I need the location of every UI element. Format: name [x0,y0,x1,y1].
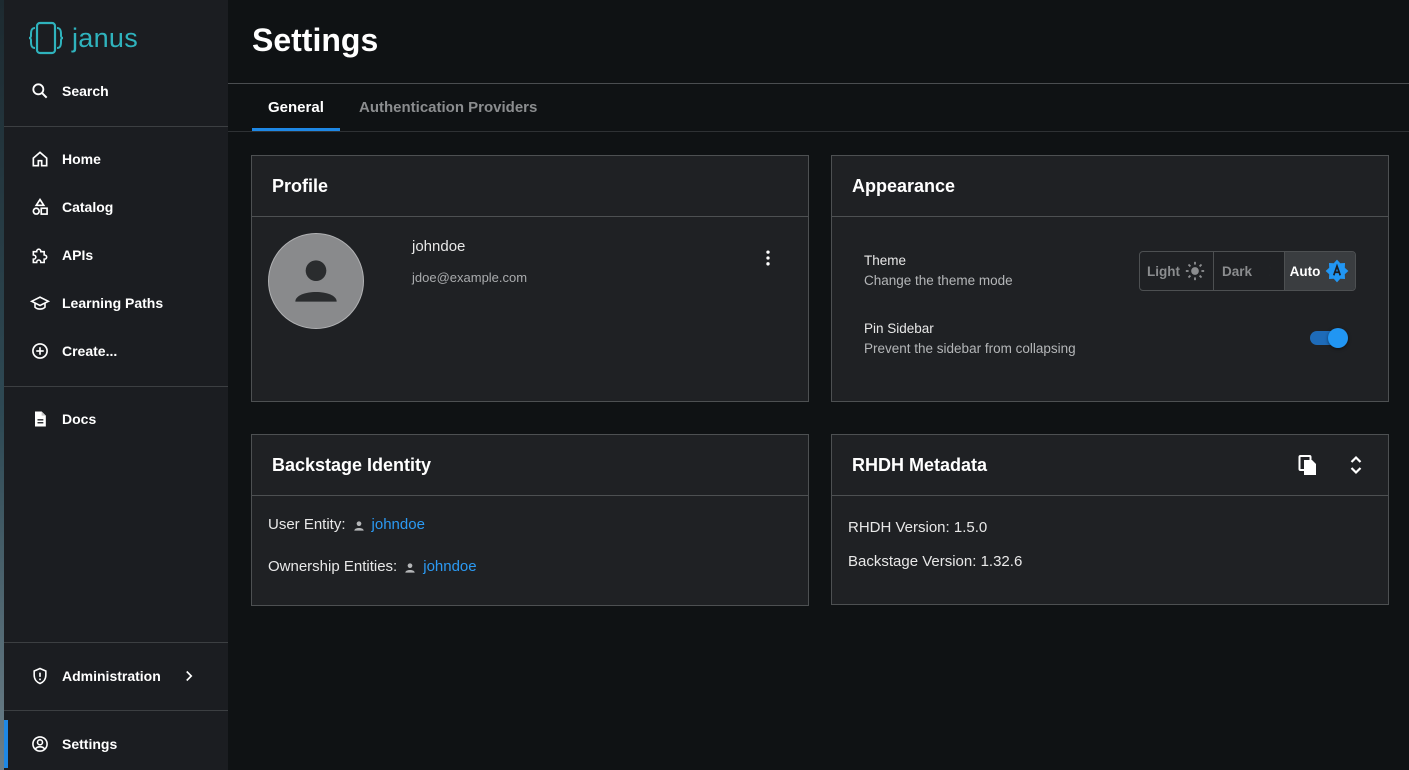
card-title: RHDH Metadata [852,454,988,475]
logo-text: janus [72,22,139,53]
pin-sidebar-switch[interactable] [1310,328,1348,348]
profile-username: johndoe [412,238,466,255]
home-icon [32,151,48,167]
logo[interactable]: janus [28,20,138,56]
search-icon [32,83,48,99]
sidebar-item-create[interactable]: Create... [4,327,228,375]
rhdh-version: RHDH Version: 1.5.0 [848,519,988,536]
page-title: Settings [252,22,379,58]
puzzle-icon [32,248,48,264]
card-title: Backstage Identity [252,435,808,496]
appearance-card: Appearance Theme Change the theme mode L… [831,155,1389,402]
sidebar: janus Search Home Catalog APIs Learning … [4,0,228,770]
sidebar-divider [4,126,228,127]
switch-thumb [1328,328,1348,348]
sidebar-item-search[interactable]: Search [4,67,228,115]
sidebar-item-docs[interactable]: Docs [4,395,228,443]
theme-auto-button[interactable]: Auto [1285,252,1355,290]
add-circle-icon [32,343,48,359]
sidebar-item-label: Docs [62,411,97,427]
account-circle-icon [32,736,48,752]
theme-light-button[interactable]: Light [1140,252,1214,290]
theme-label: Theme [864,253,907,268]
sidebar-item-label: Administration [62,668,161,684]
sidebar-item-learning-paths[interactable]: Learning Paths [4,279,228,327]
sidebar-item-apis[interactable]: APIs [4,231,228,279]
sidebar-item-label: APIs [62,247,94,263]
user-entity-label: User Entity: [268,516,346,533]
sun-icon [1185,261,1205,281]
catalog-icon [32,197,48,215]
card-header: RHDH Metadata [832,435,1388,496]
card-title: Appearance [832,156,1388,217]
pin-sidebar-label: Pin Sidebar [864,321,934,336]
sidebar-item-settings[interactable]: Settings [4,720,228,768]
user-icon [405,563,415,573]
copy-icon[interactable] [1296,453,1320,477]
tabs-divider [228,131,1409,132]
sidebar-divider [4,642,228,643]
backstage-identity-card: Backstage Identity User Entity: johndoe … [251,434,809,606]
profile-email: jdoe@example.com [412,270,528,285]
chevron-right-icon [186,670,193,682]
sidebar-item-label: Create... [62,343,118,359]
theme-option-label: Dark [1221,263,1253,279]
tab-authentication-providers[interactable]: Authentication Providers [343,84,553,131]
sidebar-item-label: Search [62,83,109,99]
school-icon [30,296,50,310]
ownership-entities-label: Ownership Entities: [268,558,398,575]
theme-toggle-group: Light Dark Auto [1139,251,1356,291]
admin-shield-icon [33,667,47,685]
person-icon [295,260,337,302]
backstage-version: Backstage Version: 1.32.6 [848,553,1023,570]
pin-sidebar-description: Prevent the sidebar from collapsing [864,341,1076,356]
moon-icon [1263,263,1272,279]
sidebar-divider [4,386,228,387]
user-entity-row: User Entity: johndoe [268,516,425,533]
sidebar-item-label: Learning Paths [62,295,164,311]
profile-card: Profile johndoe jdoe@example.com [251,155,809,402]
description-icon [35,411,46,427]
theme-dark-button[interactable]: Dark [1214,252,1285,290]
sidebar-item-label: Settings [62,736,118,752]
sidebar-item-label: Home [62,151,101,167]
user-icon [353,521,364,531]
user-entity-link[interactable]: johndoe [372,516,425,533]
sidebar-item-label: Catalog [62,199,114,215]
unfold-more-icon[interactable] [1344,453,1368,477]
brightness-auto-icon [1326,259,1349,283]
sidebar-item-administration[interactable]: Administration [4,652,228,700]
sidebar-item-catalog[interactable]: Catalog [4,183,228,231]
theme-option-label: Light [1147,263,1180,279]
sidebar-divider [4,710,228,711]
theme-description: Change the theme mode [864,273,1013,288]
tab-general[interactable]: General [252,84,340,131]
main-content: Settings General Authentication Provider… [228,0,1409,770]
janus-logo-icon [28,21,64,55]
ownership-entities-row: Ownership Entities: johndoe [268,558,477,575]
theme-option-label: Auto [1289,263,1321,279]
card-title: Profile [252,156,808,217]
ownership-entity-link[interactable]: johndoe [423,558,476,575]
more-vert-icon[interactable] [758,248,778,268]
avatar [268,233,364,329]
sidebar-item-home[interactable]: Home [4,135,228,183]
rhdh-metadata-card: RHDH Metadata RHDH Version: 1.5.0 Backst… [831,434,1389,605]
